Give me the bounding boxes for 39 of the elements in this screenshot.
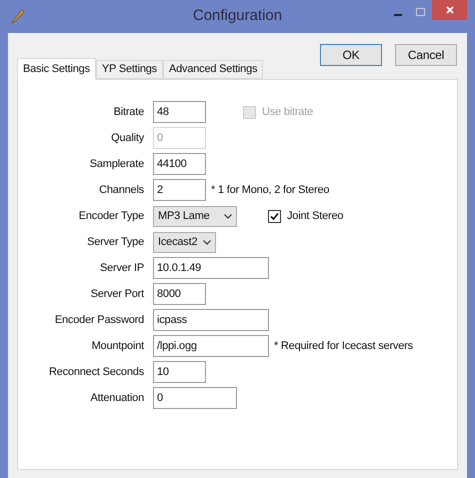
window-title: Configuration — [192, 6, 282, 26]
field-label: Mountpoint — [90, 338, 146, 354]
dropdown[interactable]: Icecast2 — [153, 232, 216, 252]
dialog-button[interactable]: Cancel — [395, 44, 457, 66]
dialog-button[interactable]: OK — [320, 44, 382, 66]
field-label: Attenuation — [90, 390, 145, 406]
text-field[interactable]: 10 — [153, 361, 206, 383]
text-field[interactable]: 0 — [153, 387, 237, 409]
checkbox-label: Use bitrate — [262, 104, 313, 120]
pencil-icon — [10, 8, 26, 24]
field-label: Bitrate — [112, 104, 145, 120]
dropdown[interactable]: MP3 Lame — [153, 206, 237, 226]
text-field[interactable]: 2 — [153, 179, 206, 201]
field-label: Samplerate — [88, 156, 145, 172]
text-field[interactable]: 10.0.1.49 — [153, 257, 269, 279]
checkbox[interactable] — [268, 210, 281, 222]
field-label: Server IP — [98, 260, 145, 276]
tab[interactable]: Basic Settings — [17, 58, 96, 80]
close-button[interactable] — [432, 0, 467, 20]
field-label: Server Port — [90, 286, 146, 302]
chevron-down-icon — [224, 214, 232, 218]
text-field[interactable]: 8000 — [153, 283, 206, 305]
chevron-down-icon — [203, 240, 211, 244]
tab[interactable]: Advanced Settings — [162, 60, 264, 79]
field-label: Reconnect Seconds — [48, 364, 145, 380]
field-note: * Required for Icecast servers — [274, 338, 413, 354]
field-note: * 1 for Mono, 2 for Stereo — [211, 182, 330, 198]
field-label: Encoder Password — [54, 312, 145, 328]
checkbox-label: Joint Stereo — [287, 208, 344, 224]
tab[interactable]: YP Settings — [96, 60, 163, 79]
text-field[interactable]: 44100 — [153, 153, 206, 175]
text-field[interactable]: icpass — [153, 309, 269, 331]
close-icon — [446, 6, 454, 14]
field-label: Channels — [98, 182, 145, 198]
field-label: Encoder Type — [78, 208, 145, 224]
text-field[interactable]: /lppi.ogg — [153, 335, 269, 357]
field-label: Quality — [110, 130, 146, 146]
text-field[interactable]: 48 — [153, 101, 206, 123]
field-label: Server Type — [86, 234, 145, 250]
